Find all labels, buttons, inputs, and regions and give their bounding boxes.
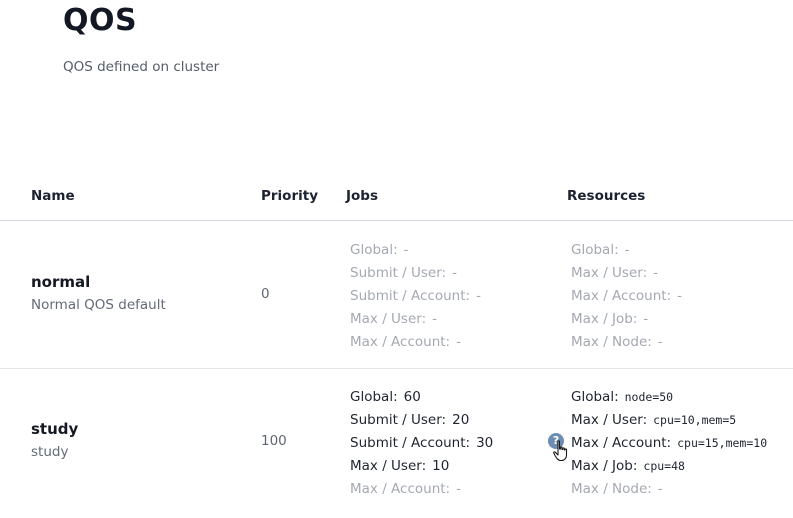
resource-limit-max-job: Max / Job: - bbox=[571, 311, 649, 327]
resource-limit-max-node: Max / Node: - bbox=[571, 334, 663, 350]
job-limit-submit-user: Submit / User: 20 bbox=[350, 412, 470, 428]
resource-limit-max-node: Max / Node: - bbox=[571, 481, 663, 497]
qos-name: study bbox=[31, 420, 79, 438]
job-limit-global: Global: 60 bbox=[350, 389, 421, 405]
resource-limit-max-user: Max / User: cpu=10,mem=5 bbox=[571, 412, 737, 428]
qos-priority: 0 bbox=[261, 286, 270, 302]
resource-limit-max-account: Max / Account: - bbox=[571, 288, 682, 304]
job-limit-max-user: Max / User: 10 bbox=[350, 458, 450, 474]
job-limit-submit-account: Submit / Account: - bbox=[350, 288, 481, 304]
resource-limit-max-job: Max / Job: cpu=48 bbox=[571, 458, 685, 474]
resource-limit-global: Global: - bbox=[571, 242, 630, 258]
resource-limits-list: Global: - Max / User: - Max / Account: - Ma… bbox=[571, 239, 682, 354]
table-row: normal Normal QOS default 0 Global: - Sub… bbox=[0, 221, 793, 369]
resource-limits-list: Global: node=50 Max / User: cpu=10,mem=5 M… bbox=[571, 386, 767, 501]
resource-limit-max-user: Max / User: - bbox=[571, 265, 658, 281]
qos-name: normal bbox=[31, 273, 91, 291]
column-header-jobs: Jobs bbox=[346, 188, 378, 204]
column-header-name: Name bbox=[31, 188, 75, 204]
qos-priority: 100 bbox=[261, 433, 287, 449]
job-limit-max-account: Max / Account: - bbox=[350, 481, 461, 497]
job-limit-submit-user: Submit / User: - bbox=[350, 265, 457, 281]
job-limit-max-user: Max / User: - bbox=[350, 311, 437, 327]
hand-pointer-cursor-icon bbox=[553, 440, 568, 462]
job-limit-max-account: Max / Account: - bbox=[350, 334, 461, 350]
job-limits-list: Global: 60 Submit / User: 20 Submit / Acco… bbox=[350, 386, 493, 501]
page-subtitle: QOS defined on cluster bbox=[63, 59, 220, 75]
job-limits-list: Global: - Submit / User: - Submit / Accoun… bbox=[350, 239, 481, 354]
resource-limit-global: Global: node=50 bbox=[571, 389, 674, 405]
page-title: QOS bbox=[63, 3, 138, 38]
table-row: study study 100 Global: 60 Submit / User:… bbox=[0, 368, 793, 515]
resource-limit-max-account: Max / Account: cpu=15,mem=10 bbox=[571, 435, 768, 451]
table-header: Name Priority Jobs Resources bbox=[0, 174, 793, 221]
job-limit-submit-account: Submit / Account: 30 bbox=[350, 435, 494, 451]
column-header-priority: Priority bbox=[261, 188, 318, 204]
qos-description: study bbox=[31, 444, 69, 460]
job-limit-global: Global: - bbox=[350, 242, 409, 258]
column-header-resources: Resources bbox=[567, 188, 646, 204]
qos-description: Normal QOS default bbox=[31, 297, 166, 313]
